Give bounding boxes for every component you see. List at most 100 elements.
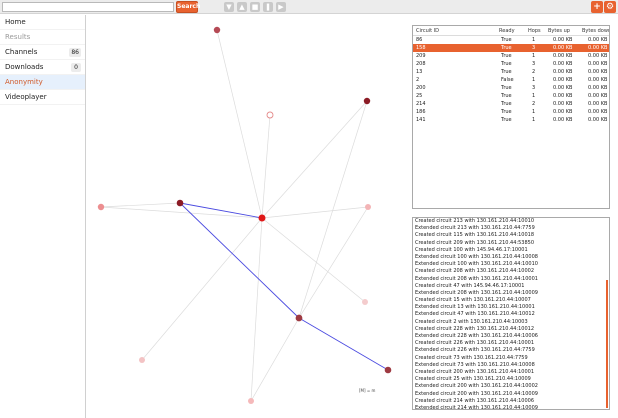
graph-node[interactable] [363,97,371,105]
table-row[interactable]: 208 True 3 0.00 KB 0.00 KB [413,60,609,68]
log-line: Created circuit 25 with 130.161.210.44:1… [415,376,531,383]
graph-node-self[interactable] [258,214,266,222]
graph-edge-active [179,202,300,319]
graph-node[interactable] [365,204,371,210]
table-cell: 0.00 KB [553,85,573,91]
table-cell: 0.00 KB [553,93,573,99]
log-scrollbar[interactable] [606,280,608,408]
graph-legend-label: [M] = m [359,388,375,393]
table-cell: 209 [416,53,426,59]
log-line: Created circuit 115 with 130.161.210.44:… [415,232,534,239]
graph-node[interactable] [139,357,145,363]
sidebar-item-label: Anonymity [5,78,43,86]
sidebar-item-results[interactable]: Results [0,30,85,45]
log-line: Created circuit 47 with 145.94.46.17:100… [415,282,525,289]
table-cell: 1 [532,93,536,99]
table-cell: 0.00 KB [588,77,608,83]
graph-edges-active [179,202,389,371]
table-cell: 0.00 KB [588,53,608,59]
graph-node[interactable] [248,398,254,404]
table-cell: 0.00 KB [588,45,608,51]
graph-edge-active [179,202,263,219]
table-row[interactable]: 214 True 2 0.00 KB 0.00 KB [413,100,609,108]
graph-edge [141,217,263,361]
table-cell: 2 [532,101,536,107]
column-header[interactable]: Circuit ID [416,26,439,36]
graph-node[interactable] [97,203,105,211]
table-row[interactable]: 141 True 1 0.00 KB 0.00 KB [413,116,609,124]
up-arrow-icon[interactable]: ▲ [237,2,247,12]
network-graph[interactable]: [M] = m [87,15,407,418]
log-line: Created circuit 2 with 130.161.210.44:10… [415,318,528,325]
search-button[interactable]: Search [176,1,200,13]
log-line: Extended circuit 214 with 130.161.210.44… [415,404,538,410]
table-cell: True [501,53,512,59]
sidebar-item-channels[interactable]: Channels 86 [0,45,85,60]
log-line: Created circuit 15 with 130.161.210.44:1… [415,297,531,304]
log-line: Created circuit 73 with 130.161.210.44:7… [415,354,528,361]
graph-node[interactable] [176,199,184,207]
log-line: Extended circuit 200 with 130.161.210.44… [415,383,538,390]
sidebar-item-downloads[interactable]: Downloads 0 [0,60,85,75]
sidebar-item-home[interactable]: Home [0,15,85,30]
add-icon[interactable]: + [591,1,603,13]
sidebar-item-label: Videoplayer [5,93,47,101]
graph-node[interactable] [384,366,392,374]
stop-icon[interactable]: ■ [250,2,260,12]
graph-node[interactable] [266,111,274,119]
table-row[interactable]: 186 True 1 0.00 KB 0.00 KB [413,108,609,116]
circuit-log[interactable]: Created circuit 213 with 130.161.210.44:… [412,217,610,410]
sidebar-item-videoplayer[interactable]: Videoplayer [0,90,85,105]
table-cell: 2 [532,69,536,75]
graph-edge [261,206,369,219]
sidebar-item-anonymity[interactable]: Anonymity [0,75,85,90]
table-row[interactable]: 25 True 1 0.00 KB 0.00 KB [413,92,609,100]
log-line: Extended circuit 100 with 130.161.210.44… [415,261,538,268]
column-header[interactable]: Ready [499,26,515,36]
gear-icon[interactable]: ⚙ [604,1,616,13]
table-cell: 3 [532,61,536,67]
column-header[interactable]: Bytes up [548,26,570,36]
table-cell: 0.00 KB [588,109,608,115]
table-cell: 86 [416,37,423,43]
table-row[interactable]: 200 True 3 0.00 KB 0.00 KB [413,84,609,92]
table-row[interactable]: 158 True 3 0.00 KB 0.00 KB [413,44,609,52]
graph-node[interactable] [362,299,368,305]
table-cell: True [501,69,512,75]
graph-node[interactable] [213,26,221,34]
log-line: Created circuit 228 with 130.161.210.44:… [415,325,534,332]
pause-icon[interactable]: ❚ [263,2,273,12]
log-line: Created circuit 214 with 130.161.210.44:… [415,397,534,404]
log-line: Extended circuit 47 with 130.161.210.44:… [415,311,535,318]
table-cell: 3 [532,85,536,91]
log-line: Extended circuit 228 with 130.161.210.44… [415,333,538,339]
table-header: Circuit ID Ready Hops Bytes up Bytes down [413,26,609,36]
column-header[interactable]: Hops [528,26,541,36]
sidebar-item-label: Channels [5,48,38,56]
table-cell: 3 [532,45,536,51]
table-row[interactable]: 2 False 1 0.00 KB 0.00 KB [413,76,609,84]
table-row[interactable]: 13 True 2 0.00 KB 0.00 KB [413,68,609,76]
table-row[interactable]: 209 True 1 0.00 KB 0.00 KB [413,52,609,60]
sidebar-item-label: Results [5,33,31,41]
graph-edge [298,100,368,319]
log-line: Created circuit 209 with 130.161.210.44:… [415,239,534,246]
play-icon[interactable]: ▶ [276,2,286,12]
circuit-table[interactable]: Circuit ID Ready Hops Bytes up Bytes down 86 T… [412,25,610,209]
column-header[interactable]: Bytes down [582,26,609,36]
log-lines: Created circuit 213 with 130.161.210.44:… [415,218,609,410]
graph-node[interactable] [295,314,303,322]
graph-nodes [97,26,392,404]
search-input[interactable] [2,2,174,12]
table-cell: True [501,93,512,99]
log-line: Extended circuit 208 with 130.161.210.44… [415,275,538,282]
down-arrow-icon[interactable]: ▼ [224,2,234,12]
table-row[interactable]: 86 True 1 0.00 KB 0.00 KB [413,36,609,44]
table-cell: 200 [416,85,426,91]
table-cell: True [501,117,512,123]
table-cell: True [501,61,512,67]
table-cell: 158 [416,45,426,51]
log-line: Extended circuit 100 with 130.161.210.44… [415,253,538,260]
table-cell: 0.00 KB [553,109,573,115]
table-cell: 0.00 KB [588,85,608,91]
